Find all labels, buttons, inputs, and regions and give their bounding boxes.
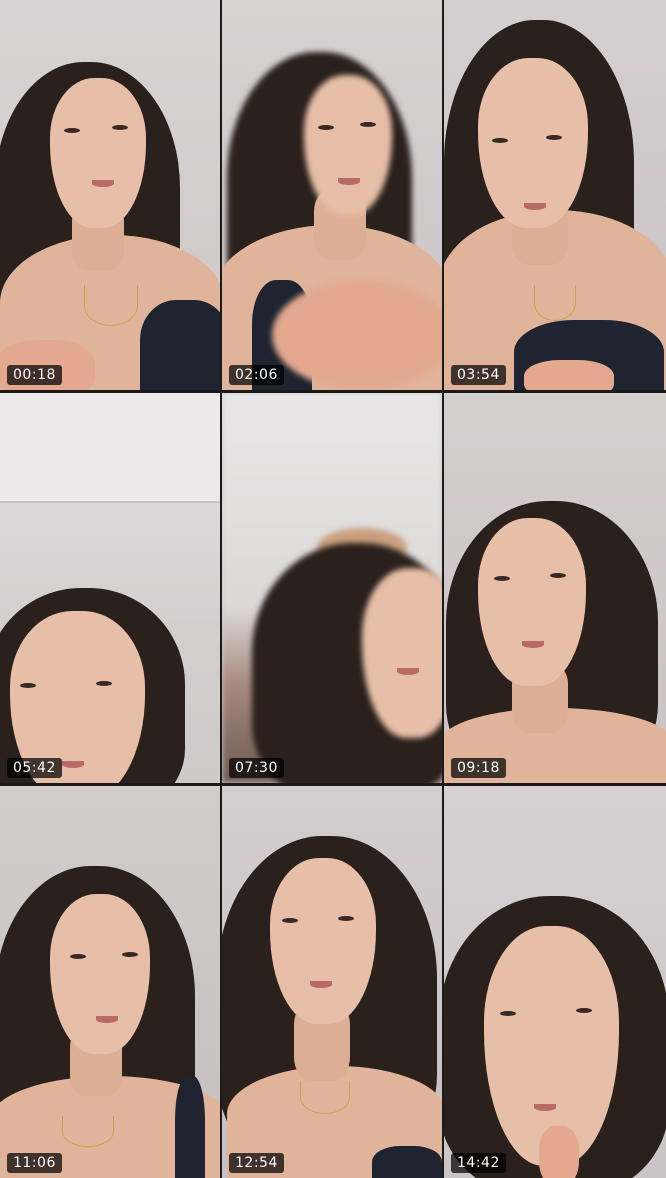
mouth xyxy=(338,178,360,185)
mouth xyxy=(96,1016,118,1023)
knee xyxy=(524,360,614,390)
video-thumbnail[interactable]: 02:06 xyxy=(222,0,442,390)
ceiling xyxy=(0,393,220,503)
eye xyxy=(112,125,128,130)
face xyxy=(50,894,150,1054)
eye xyxy=(360,122,376,127)
eye xyxy=(492,138,508,143)
eye xyxy=(96,681,112,686)
eye xyxy=(550,573,566,578)
necklace xyxy=(84,285,138,326)
timestamp-badge: 03:54 xyxy=(451,365,506,385)
mouth xyxy=(62,761,84,768)
timestamp-badge: 07:30 xyxy=(229,758,284,778)
eye xyxy=(338,916,354,921)
eye xyxy=(20,683,36,688)
necklace xyxy=(534,285,576,321)
video-thumbnail[interactable]: 05:42 xyxy=(0,393,220,783)
eye xyxy=(546,135,562,140)
timestamp-badge: 09:18 xyxy=(451,758,506,778)
clothing xyxy=(372,1146,442,1178)
eye xyxy=(500,1011,516,1016)
necklace xyxy=(300,1081,350,1114)
clothing xyxy=(140,300,220,390)
eye xyxy=(494,576,510,581)
video-thumbnail[interactable]: 11:06 xyxy=(0,786,220,1178)
timestamp-badge: 14:42 xyxy=(451,1153,506,1173)
eye xyxy=(318,125,334,130)
face xyxy=(50,78,146,228)
eye xyxy=(576,1008,592,1013)
mouth xyxy=(310,981,332,988)
hand xyxy=(539,1126,579,1178)
video-thumbnail[interactable]: 00:18 xyxy=(0,0,220,390)
timestamp-badge: 11:06 xyxy=(7,1153,62,1173)
mouth xyxy=(524,203,546,210)
eye xyxy=(64,128,80,133)
mouth xyxy=(522,641,544,648)
face xyxy=(270,858,376,1024)
video-thumbnail[interactable]: 07:30 xyxy=(222,393,442,783)
video-thumbnail[interactable]: 09:18 xyxy=(444,393,666,783)
mouth xyxy=(397,668,419,675)
video-thumbnail[interactable]: 14:42 xyxy=(444,786,666,1178)
timestamp-badge: 05:42 xyxy=(7,758,62,778)
timestamp-badge: 02:06 xyxy=(229,365,284,385)
mouth xyxy=(92,180,114,187)
video-thumbnail[interactable]: 12:54 xyxy=(222,786,442,1178)
video-frame-grid: 00:18 02:06 03:54 05:42 07:30 09:18 11:0… xyxy=(0,0,666,1178)
timestamp-badge: 12:54 xyxy=(229,1153,284,1173)
timestamp-badge: 00:18 xyxy=(7,365,62,385)
clothing xyxy=(175,1076,205,1178)
eye xyxy=(70,954,86,959)
face xyxy=(478,518,586,686)
eye xyxy=(282,918,298,923)
necklace xyxy=(62,1116,114,1147)
video-thumbnail[interactable]: 03:54 xyxy=(444,0,666,390)
face xyxy=(304,75,392,215)
eye xyxy=(122,952,138,957)
mouth xyxy=(534,1104,556,1111)
hand xyxy=(272,280,442,390)
